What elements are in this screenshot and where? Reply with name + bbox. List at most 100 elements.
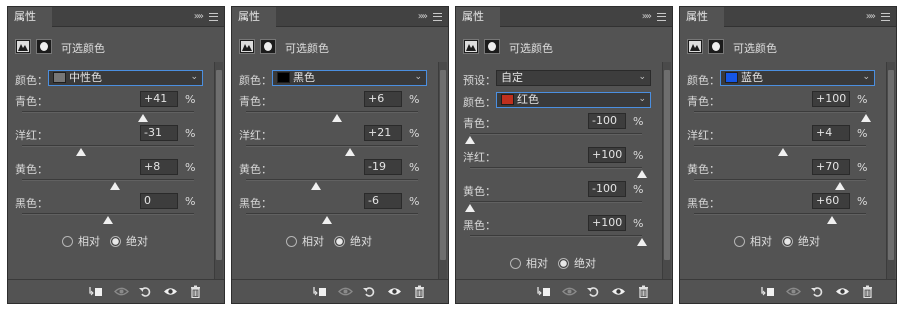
colors-select[interactable]: 黑色 ⌄	[272, 70, 427, 86]
slider-thumb[interactable]	[778, 148, 789, 156]
clip-to-layer-icon[interactable]	[536, 285, 551, 299]
vertical-scrollbar[interactable]	[214, 62, 223, 280]
slider-value-input[interactable]: +21	[364, 125, 402, 141]
slider-track[interactable]	[470, 235, 642, 237]
slider-thumb[interactable]	[332, 114, 343, 122]
adjustment-layer-icon[interactable]	[463, 39, 479, 54]
view-previous-state-icon[interactable]	[114, 285, 129, 299]
mask-thumbnail-icon[interactable]	[708, 39, 724, 54]
slider-value-input[interactable]: +41	[140, 91, 178, 107]
slider-track[interactable]	[470, 133, 642, 135]
radio-icon[interactable]	[286, 236, 297, 247]
slider-track[interactable]	[22, 111, 194, 113]
slider-thumb[interactable]	[465, 136, 475, 144]
radio-icon[interactable]	[558, 258, 569, 269]
radio-icon[interactable]	[110, 236, 121, 247]
method-relative-option[interactable]: 相对	[510, 255, 548, 271]
eye-icon[interactable]	[835, 285, 850, 299]
reset-icon[interactable]	[138, 285, 153, 299]
method-absolute-option[interactable]: 绝对	[558, 255, 596, 271]
reset-icon[interactable]	[362, 285, 377, 299]
slider-value-input[interactable]: -100	[588, 181, 626, 197]
slider-track[interactable]	[246, 111, 418, 113]
adjustment-layer-icon[interactable]	[239, 39, 255, 54]
radio-icon[interactable]	[334, 236, 345, 247]
method-absolute-option[interactable]: 绝对	[110, 233, 148, 249]
scrollbar-thumb[interactable]	[888, 70, 894, 260]
slider-track[interactable]	[694, 111, 866, 113]
trash-icon[interactable]	[412, 285, 427, 299]
method-relative-option[interactable]: 相对	[286, 233, 324, 249]
slider-thumb[interactable]	[138, 114, 149, 122]
adjustment-layer-icon[interactable]	[687, 39, 703, 54]
slider-value-input[interactable]: -6	[364, 193, 402, 209]
trash-icon[interactable]	[860, 285, 875, 299]
slider-value-input[interactable]: -100	[588, 113, 626, 129]
trash-icon[interactable]	[636, 285, 651, 299]
method-relative-option[interactable]: 相对	[62, 233, 100, 249]
scrollbar-thumb[interactable]	[216, 70, 222, 260]
trash-icon[interactable]	[188, 285, 203, 299]
slider-value-input[interactable]: -31	[140, 125, 178, 141]
slider-value-input[interactable]: +8	[140, 159, 178, 175]
slider-track[interactable]	[470, 167, 642, 169]
slider-value-input[interactable]: 0	[140, 193, 178, 209]
slider-thumb[interactable]	[465, 204, 475, 212]
view-previous-state-icon[interactable]	[786, 285, 801, 299]
vertical-scrollbar[interactable]	[886, 62, 895, 280]
collapse-panel-icon[interactable]: »»	[866, 7, 876, 27]
collapse-panel-icon[interactable]: »»	[642, 7, 652, 27]
scrollbar-thumb[interactable]	[440, 70, 446, 260]
mask-thumbnail-icon[interactable]	[36, 39, 52, 54]
slider-thumb[interactable]	[637, 170, 647, 178]
slider-thumb[interactable]	[637, 238, 647, 246]
panel-menu-icon[interactable]	[881, 13, 890, 21]
clip-to-layer-icon[interactable]	[312, 285, 327, 299]
clip-to-layer-icon[interactable]	[760, 285, 775, 299]
eye-icon[interactable]	[163, 285, 178, 299]
slider-thumb[interactable]	[310, 182, 321, 190]
reset-icon[interactable]	[586, 285, 601, 299]
slider-value-input[interactable]: +100	[812, 91, 850, 107]
clip-to-layer-icon[interactable]	[88, 285, 103, 299]
properties-tab[interactable]: 属性	[232, 7, 276, 27]
slider-track[interactable]	[694, 145, 866, 147]
slider-value-input[interactable]: +60	[812, 193, 850, 209]
mask-thumbnail-icon[interactable]	[260, 39, 276, 54]
eye-icon[interactable]	[611, 285, 626, 299]
slider-thumb[interactable]	[103, 216, 113, 224]
eye-icon[interactable]	[387, 285, 402, 299]
slider-value-input[interactable]: -19	[364, 159, 402, 175]
collapse-panel-icon[interactable]: »»	[194, 7, 204, 27]
view-previous-state-icon[interactable]	[338, 285, 353, 299]
slider-thumb[interactable]	[826, 216, 837, 224]
slider-thumb[interactable]	[109, 182, 120, 190]
properties-tab[interactable]: 属性	[680, 7, 724, 27]
slider-track[interactable]	[246, 145, 418, 147]
colors-select[interactable]: 中性色 ⌄	[48, 70, 203, 86]
radio-icon[interactable]	[510, 258, 521, 269]
slider-track[interactable]	[246, 179, 418, 181]
vertical-scrollbar[interactable]	[662, 62, 671, 280]
slider-track[interactable]	[22, 213, 194, 215]
slider-track[interactable]	[22, 179, 194, 181]
slider-track[interactable]	[694, 179, 866, 181]
colors-select[interactable]: 蓝色 ⌄	[720, 70, 875, 86]
slider-track[interactable]	[22, 145, 194, 147]
properties-tab[interactable]: 属性	[8, 7, 52, 27]
slider-value-input[interactable]: +100	[588, 147, 626, 163]
slider-track[interactable]	[246, 213, 418, 215]
radio-icon[interactable]	[62, 236, 73, 247]
method-absolute-option[interactable]: 绝对	[334, 233, 372, 249]
preset-select[interactable]: 自定 ⌄	[496, 70, 651, 86]
scrollbar-thumb[interactable]	[664, 70, 670, 260]
colors-select[interactable]: 红色 ⌄	[496, 92, 651, 108]
slider-value-input[interactable]: +4	[812, 125, 850, 141]
slider-track[interactable]	[694, 213, 866, 215]
slider-thumb[interactable]	[835, 182, 846, 190]
slider-track[interactable]	[470, 201, 642, 203]
slider-thumb[interactable]	[321, 216, 332, 224]
slider-value-input[interactable]: +70	[812, 159, 850, 175]
collapse-panel-icon[interactable]: »»	[418, 7, 428, 27]
radio-icon[interactable]	[782, 236, 793, 247]
